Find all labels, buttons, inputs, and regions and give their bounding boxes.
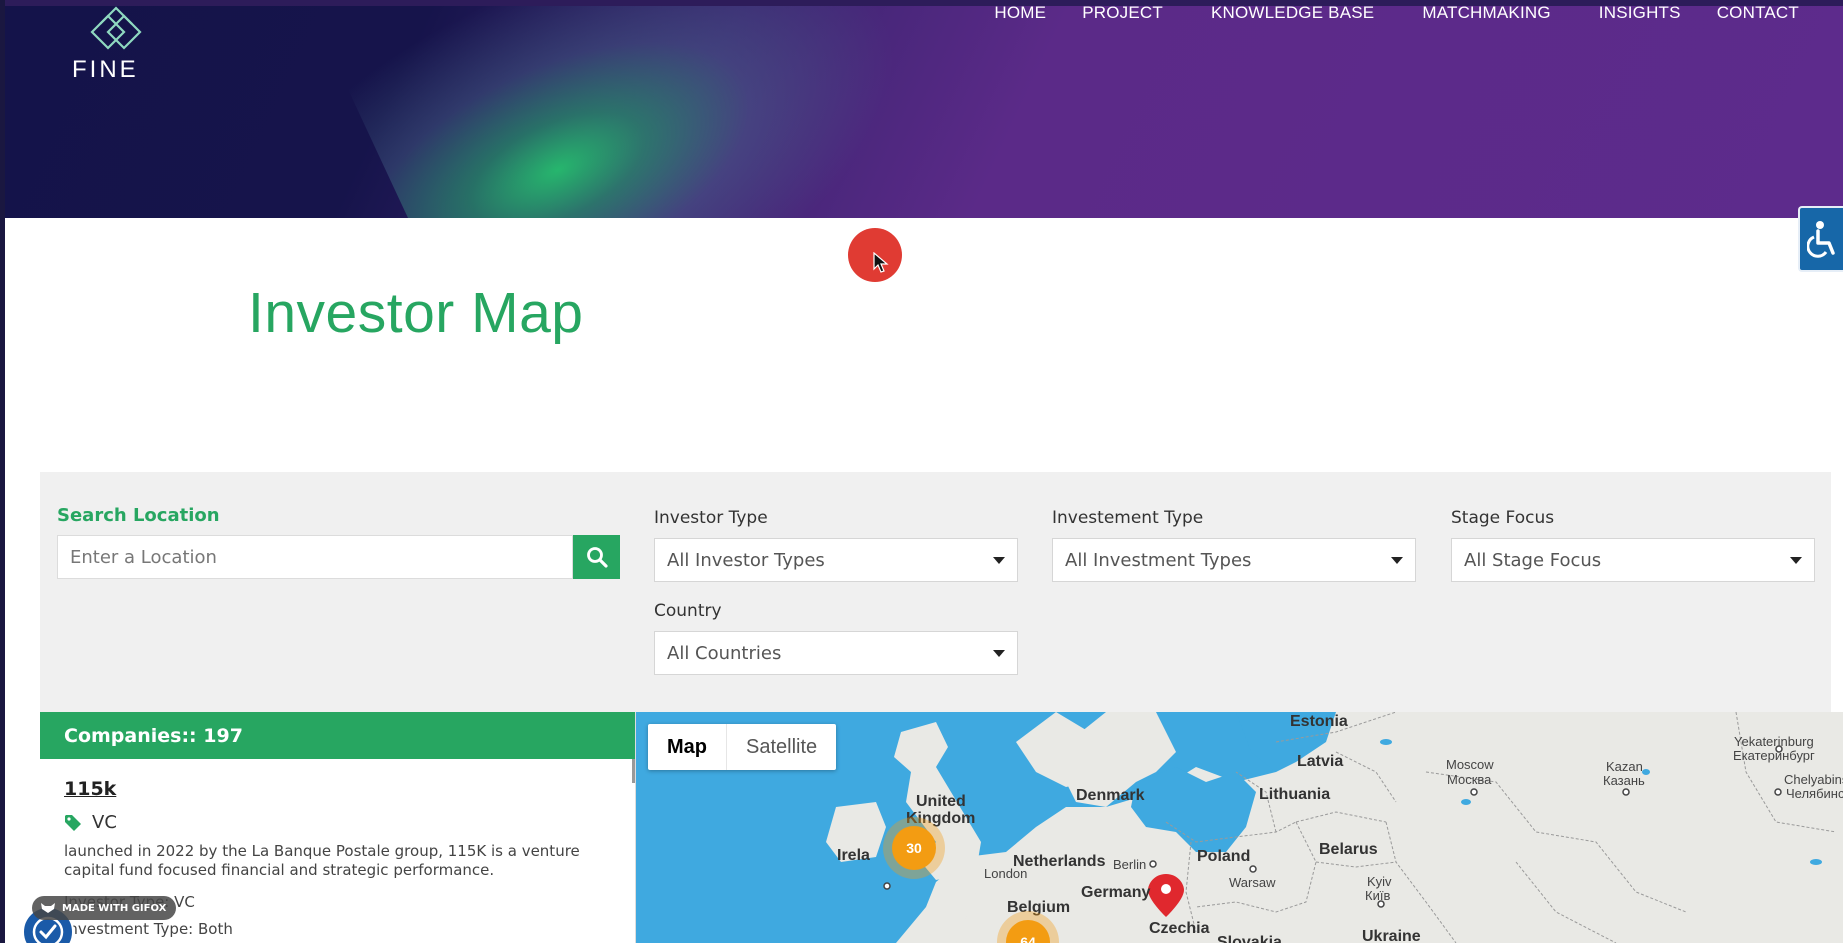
map-label-yekaterinburg: Yekaterinburg bbox=[1734, 734, 1814, 749]
map-label-netherlands: Netherlands bbox=[1013, 853, 1106, 870]
chevron-down-icon bbox=[993, 556, 1005, 564]
investor-type-value: All Investor Types bbox=[667, 549, 825, 571]
map-label-moscow: Moscow bbox=[1446, 757, 1494, 772]
company-link[interactable]: 115k bbox=[64, 778, 116, 800]
map-label-poland: Poland bbox=[1197, 848, 1251, 865]
country-label: Country bbox=[654, 601, 722, 621]
map-label-belgium: Belgium bbox=[1007, 899, 1071, 916]
map-label-lithuania: Lithuania bbox=[1259, 786, 1331, 803]
gifox-icon bbox=[41, 903, 55, 913]
chevron-down-icon bbox=[1391, 556, 1403, 564]
tag-icon bbox=[65, 814, 81, 831]
map-label-belarus: Belarus bbox=[1319, 841, 1378, 858]
map-label-latvia: Latvia bbox=[1297, 753, 1344, 770]
brand-name[interactable]: FINE bbox=[72, 56, 139, 84]
nav-knowledge-base[interactable]: KNOWLEDGE BASE bbox=[1181, 3, 1404, 23]
left-edge bbox=[0, 0, 5, 943]
map-label-germany: Germany bbox=[1081, 884, 1151, 901]
nav-project[interactable]: PROJECT bbox=[1064, 3, 1181, 23]
map-label-ukraine: Ukraine bbox=[1362, 928, 1421, 943]
page-title: Investor Map bbox=[248, 281, 584, 345]
location-search-input[interactable]: Enter a Location bbox=[57, 535, 573, 579]
company-tag-label: VC bbox=[92, 812, 117, 833]
map-label-berlin: Berlin bbox=[1113, 857, 1147, 872]
map-label-czechia: Czechia bbox=[1149, 920, 1210, 937]
header-glow bbox=[339, 6, 951, 218]
investor-type-label: Investor Type bbox=[654, 508, 768, 528]
company-tag: VC bbox=[64, 812, 117, 833]
map-label-slovakia: Slovakia bbox=[1217, 934, 1282, 943]
map-view-button[interactable]: Map bbox=[648, 724, 727, 770]
investment-type-label: Investement Type bbox=[1052, 508, 1204, 528]
stage-focus-value: All Stage Focus bbox=[1464, 549, 1602, 571]
map-label-yekaterinburg-cyrillic: Екатеринбург bbox=[1733, 748, 1815, 763]
map-label-warsaw: Warsaw bbox=[1229, 875, 1276, 890]
map-label-kazan: Kazan bbox=[1606, 759, 1643, 774]
stage-focus-select[interactable]: All Stage Focus bbox=[1451, 538, 1815, 582]
map-label-ireland: Irela bbox=[837, 847, 870, 864]
cursor-highlight bbox=[848, 228, 902, 282]
accessibility-icon bbox=[1806, 221, 1835, 258]
investor-type-select[interactable]: All Investor Types bbox=[654, 538, 1018, 582]
map-label-estonia: Estonia bbox=[1290, 713, 1348, 730]
investor-map[interactable]: Map Satellite Estonia Latvia Lithuania D… bbox=[636, 712, 1843, 943]
country-select[interactable]: All Countries bbox=[654, 631, 1018, 675]
search-icon bbox=[586, 547, 608, 568]
nav-home[interactable]: HOME bbox=[976, 3, 1064, 23]
map-label-chelyabinsk-cyrillic: Челябинск bbox=[1786, 786, 1843, 801]
nav-contact[interactable]: CONTACT bbox=[1699, 3, 1817, 23]
map-label-kyiv: Kyiv bbox=[1367, 874, 1392, 889]
companies-count-header: Companies:: 197 bbox=[40, 712, 635, 759]
gifox-label: MADE WITH GIFOX bbox=[62, 902, 167, 914]
site-header bbox=[5, 6, 1843, 218]
cursor-icon bbox=[873, 252, 889, 273]
chevron-down-icon bbox=[1790, 556, 1802, 564]
filter-panel: Search Location Enter a Location Investo… bbox=[40, 472, 1831, 712]
stage-focus-label: Stage Focus bbox=[1451, 508, 1555, 528]
map-type-toggle: Map Satellite bbox=[648, 724, 837, 770]
company-description: launched in 2022 by the La Banque Postal… bbox=[64, 842, 580, 879]
map-label-kyiv-cyrillic: Київ bbox=[1365, 888, 1391, 903]
map-label-chelyabinsk: Chelyabinsk bbox=[1784, 772, 1843, 787]
satellite-view-button[interactable]: Satellite bbox=[727, 724, 836, 770]
company-investment-type: Investment Type: Both bbox=[64, 920, 233, 938]
investment-type-select[interactable]: All Investment Types bbox=[1052, 538, 1416, 582]
map-label-kazan-cyrillic: Казань bbox=[1603, 773, 1645, 788]
map-label-moscow-cyrillic: Москва bbox=[1447, 772, 1492, 787]
nav-matchmaking[interactable]: MATCHMAKING bbox=[1404, 3, 1568, 23]
accessibility-button[interactable] bbox=[1798, 206, 1843, 272]
page-root: FINE HOME PROJECT KNOWLEDGE BASE MATCHMA… bbox=[0, 0, 1843, 943]
map-label-denmark: Denmark bbox=[1076, 787, 1145, 804]
chevron-down-icon bbox=[993, 649, 1005, 657]
country-value: All Countries bbox=[667, 642, 782, 664]
main-nav: HOME PROJECT KNOWLEDGE BASE MATCHMAKING … bbox=[976, 3, 1817, 23]
nav-insights[interactable]: INSIGHTS bbox=[1569, 3, 1699, 23]
map-label-uk-line1: United bbox=[916, 793, 966, 810]
map-cluster-30[interactable]: 30 bbox=[892, 826, 936, 870]
gifox-badge: MADE WITH GIFOX bbox=[32, 896, 177, 920]
search-button[interactable] bbox=[573, 535, 620, 579]
search-location-label: Search Location bbox=[57, 505, 220, 526]
investment-type-value: All Investment Types bbox=[1065, 549, 1252, 571]
